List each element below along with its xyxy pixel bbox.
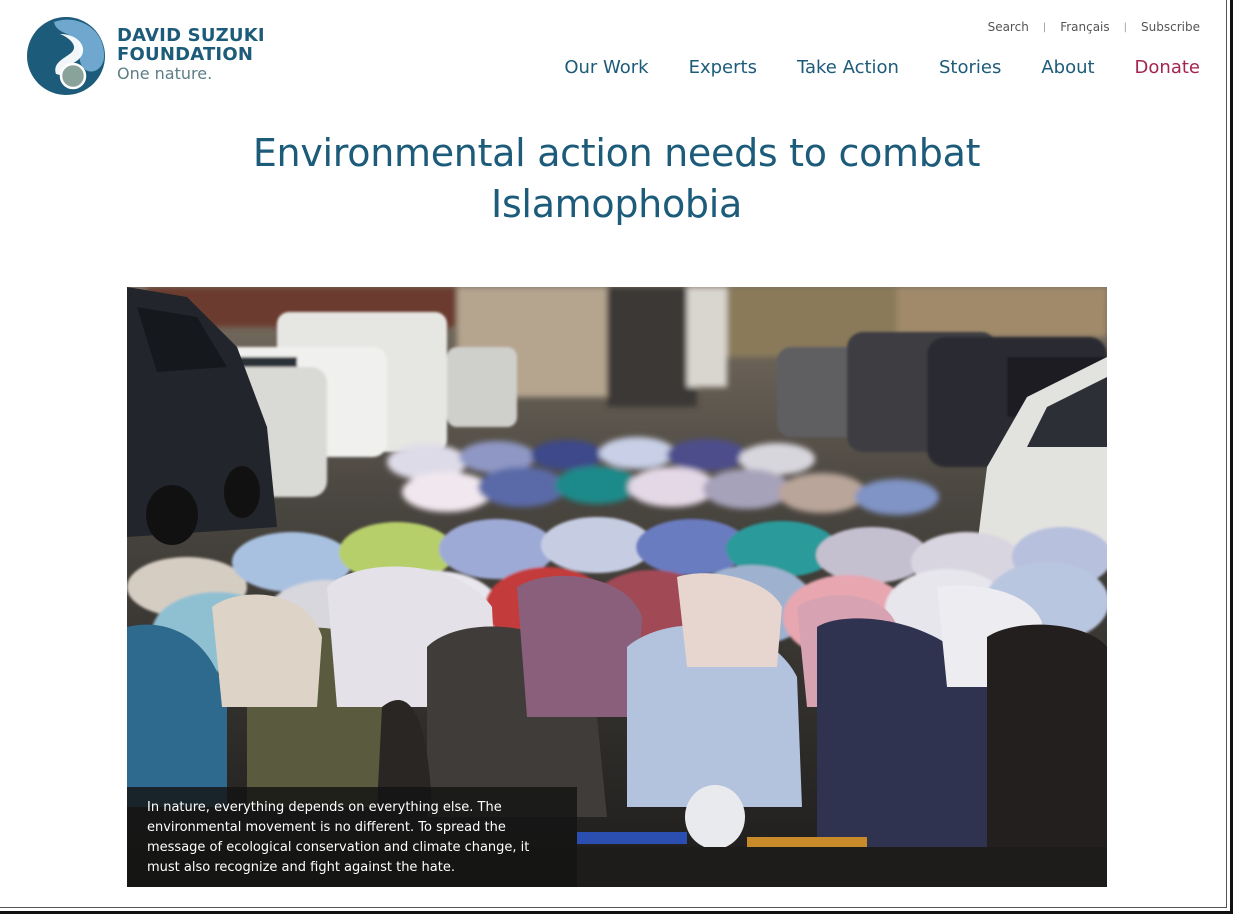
- foundation-logo-icon: [27, 17, 105, 95]
- logo-line-1: DAVID SUZUKI: [117, 24, 265, 46]
- utility-separator: |: [1123, 21, 1128, 33]
- search-link[interactable]: Search: [988, 20, 1029, 34]
- nav-stories[interactable]: Stories: [939, 57, 1001, 78]
- logo-wordmark: DAVID SUZUKI FOUNDATION One nature.: [117, 26, 265, 83]
- logo-line-2: FOUNDATION: [117, 43, 254, 65]
- browser-frame: DAVID SUZUKI FOUNDATION One nature. Sear…: [0, 0, 1233, 914]
- page-title: Environmental action needs to combat Isl…: [252, 131, 981, 226]
- hero-caption: In nature, everything depends on everyth…: [127, 787, 577, 887]
- page: DAVID SUZUKI FOUNDATION One nature. Sear…: [0, 0, 1227, 908]
- main-nav: Our Work Experts Take Action Stories Abo…: [524, 57, 1200, 78]
- nav-about[interactable]: About: [1041, 57, 1094, 78]
- language-link[interactable]: Français: [1060, 20, 1109, 34]
- donate-link[interactable]: Donate: [1135, 57, 1200, 78]
- utility-nav: Search | Français | Subscribe: [988, 20, 1200, 34]
- hero-image: In nature, everything depends on everyth…: [127, 287, 1107, 887]
- nav-experts[interactable]: Experts: [689, 57, 757, 78]
- logo-link[interactable]: DAVID SUZUKI FOUNDATION One nature.: [26, 16, 265, 96]
- logo-tagline: One nature.: [117, 63, 213, 83]
- utility-separator: |: [1042, 21, 1047, 33]
- nav-our-work[interactable]: Our Work: [564, 57, 648, 78]
- nav-take-action[interactable]: Take Action: [797, 57, 899, 78]
- subscribe-link[interactable]: Subscribe: [1141, 20, 1200, 34]
